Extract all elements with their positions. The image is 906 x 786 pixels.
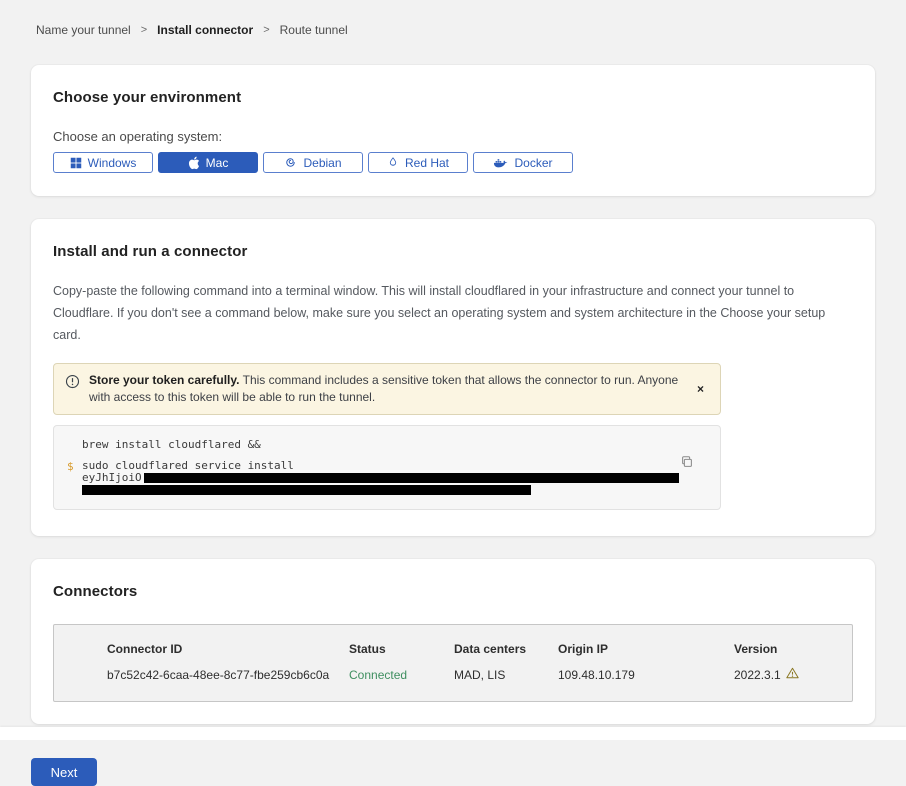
- copy-icon[interactable]: [678, 453, 696, 474]
- col-header-version: Version: [734, 642, 852, 656]
- redacted-token-bar-2: [82, 485, 531, 495]
- token-warning-banner: Store your token carefully. This command…: [53, 363, 721, 415]
- code-line-service-install: sudo cloudflared service install: [82, 460, 680, 472]
- col-header-connector-id: Connector ID: [107, 642, 349, 656]
- connector-description: Copy-paste the following command into a …: [53, 280, 848, 346]
- redacted-token-bar-1: [144, 473, 679, 483]
- connector-id-value: b7c52c42-6caa-48ee-8c77-fbe259cb6c0a: [107, 668, 349, 682]
- col-header-status: Status: [349, 642, 454, 656]
- breadcrumb-separator: >: [263, 24, 269, 36]
- install-connector-card: Install and run a connector Copy-paste t…: [31, 219, 875, 536]
- os-button-label: Debian: [303, 156, 341, 170]
- os-button-label: Docker: [514, 156, 552, 170]
- alert-circle-icon: [65, 374, 80, 394]
- os-button-mac[interactable]: Mac: [158, 152, 258, 173]
- col-header-data-centers: Data centers: [454, 642, 558, 656]
- os-button-docker[interactable]: Docker: [473, 152, 573, 173]
- next-button[interactable]: Next: [31, 758, 97, 786]
- table-header-row: Connector ID Status Data centers Origin …: [107, 642, 852, 656]
- choose-environment-card: Choose your environment Choose an operat…: [31, 65, 875, 196]
- os-button-redhat[interactable]: Red Hat: [368, 152, 468, 173]
- environment-card-title: Choose your environment: [53, 89, 853, 106]
- os-button-label: Mac: [206, 156, 229, 170]
- breadcrumb-separator: >: [141, 24, 147, 36]
- os-button-group: Windows Mac Debian Red Hat Docker: [53, 152, 853, 173]
- connector-card-title: Install and run a connector: [53, 243, 853, 260]
- breadcrumb-step-name-tunnel[interactable]: Name your tunnel: [36, 23, 131, 37]
- os-select-label: Choose an operating system:: [53, 129, 853, 144]
- shell-prompt: $: [67, 460, 74, 473]
- os-button-windows[interactable]: Windows: [53, 152, 153, 173]
- windows-icon: [70, 157, 82, 169]
- close-icon[interactable]: ×: [691, 380, 710, 398]
- token-prefix: eyJhIjoiO: [82, 471, 142, 484]
- warning-title: Store your token carefully.: [89, 373, 240, 387]
- data-centers-value: MAD, LIS: [454, 668, 558, 682]
- version-value: 2022.3.1: [734, 667, 852, 682]
- col-header-origin-ip: Origin IP: [558, 642, 734, 656]
- redhat-icon: [387, 156, 399, 169]
- breadcrumb-step-route-tunnel[interactable]: Route tunnel: [280, 23, 348, 37]
- breadcrumb: Name your tunnel > Install connector > R…: [0, 0, 906, 37]
- code-line-token: eyJhIjoiO: [82, 472, 680, 484]
- warning-triangle-icon: [786, 667, 799, 682]
- connectors-card-title: Connectors: [53, 583, 853, 600]
- connectors-card: Connectors Connector ID Status Data cent…: [31, 559, 875, 724]
- bottom-bar: [0, 727, 906, 740]
- install-command-code-block: $ brew install cloudflared && sudo cloud…: [53, 425, 721, 510]
- version-number: 2022.3.1: [734, 668, 781, 682]
- warning-message: Store your token carefully. This command…: [89, 372, 682, 406]
- docker-icon: [493, 157, 508, 169]
- code-line-brew: brew install cloudflared &&: [82, 439, 680, 451]
- connectors-table: Connector ID Status Data centers Origin …: [53, 624, 853, 702]
- status-badge: Connected: [349, 668, 454, 682]
- os-button-label: Windows: [88, 156, 137, 170]
- apple-icon: [188, 156, 200, 170]
- table-row: b7c52c42-6caa-48ee-8c77-fbe259cb6c0a Con…: [107, 667, 852, 682]
- breadcrumb-step-install-connector[interactable]: Install connector: [157, 23, 253, 37]
- origin-ip-value: 109.48.10.179: [558, 668, 734, 682]
- debian-icon: [284, 156, 297, 169]
- os-button-debian[interactable]: Debian: [263, 152, 363, 173]
- os-button-label: Red Hat: [405, 156, 449, 170]
